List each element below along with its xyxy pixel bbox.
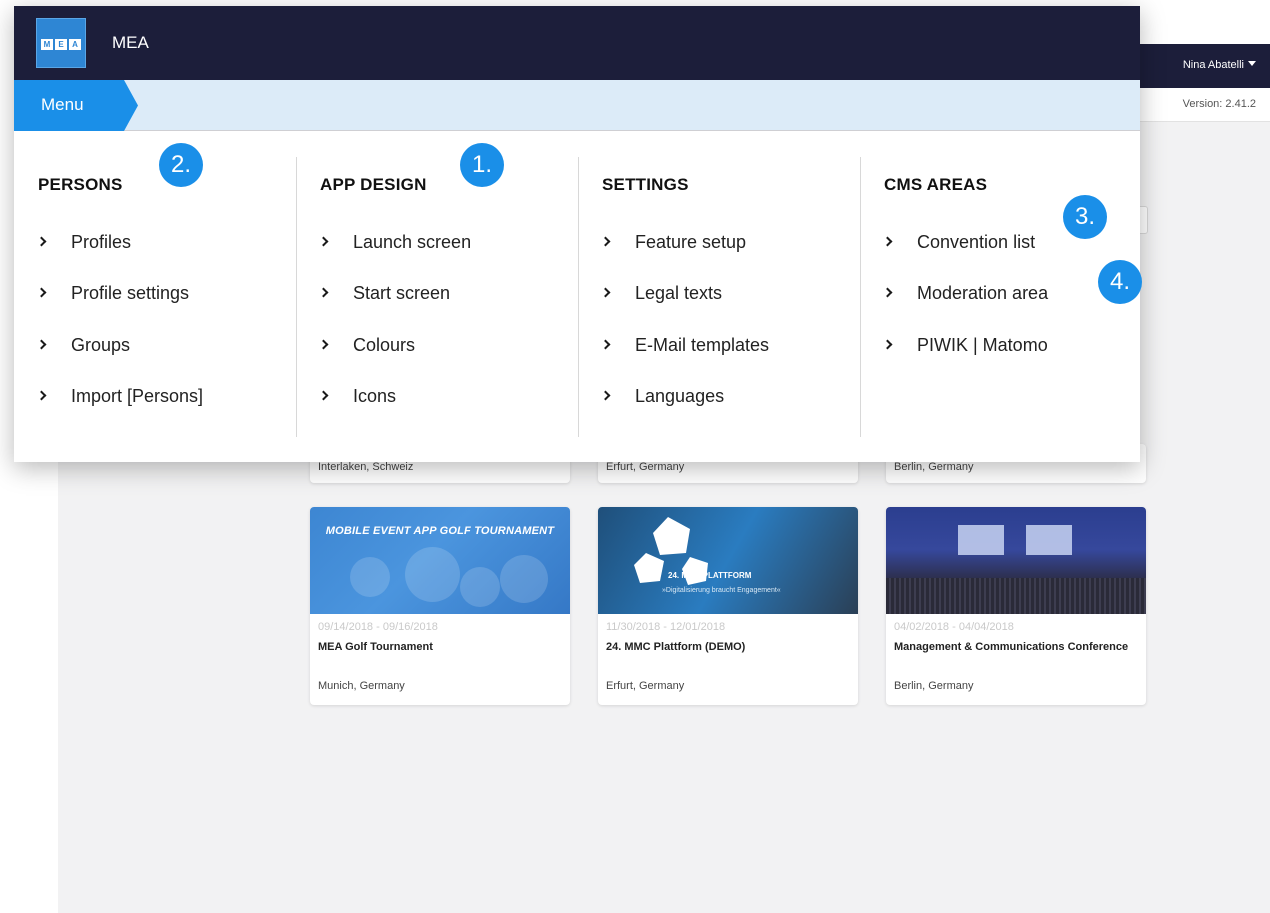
- event-image: MOBILE EVENT APP GOLF TOURNAMENT: [310, 507, 570, 614]
- menu-item-start-screen[interactable]: Start screen: [318, 283, 450, 307]
- menu-item-legal-texts[interactable]: Legal texts: [600, 283, 722, 307]
- column-title: APP DESIGN: [320, 175, 427, 194]
- event-image: [886, 507, 1146, 614]
- menu-bar: Menu: [14, 80, 1140, 131]
- chevron-right-icon: [600, 390, 611, 401]
- annotation-badge-1: 1.: [460, 143, 504, 187]
- menu-item-moderation-area[interactable]: Moderation area: [882, 283, 1048, 307]
- menu-item-profiles[interactable]: Profiles: [36, 232, 131, 256]
- chevron-right-icon: [882, 339, 893, 350]
- menu-column-persons: PERSONS Profiles Profile settings Groups…: [14, 131, 296, 462]
- menu-item-profile-settings[interactable]: Profile settings: [36, 283, 189, 307]
- card-title: Management & Communications Conference: [894, 641, 1129, 653]
- user-menu[interactable]: Nina Abatelli: [1183, 59, 1256, 71]
- pentagon-logo-icon: [634, 517, 708, 585]
- version-label: Version: 2.41.2: [1182, 98, 1256, 110]
- menu-item-piwik-matomo[interactable]: PIWIK | Matomo: [882, 335, 1048, 359]
- card-location: Interlaken, Schweiz: [318, 461, 414, 473]
- menu-item-convention-list[interactable]: Convention list: [882, 232, 1035, 256]
- event-card[interactable]: 04/02/2018 - 04/04/2018 Management & Com…: [886, 507, 1146, 705]
- annotation-badge-3: 3.: [1063, 195, 1107, 239]
- menu-item-groups[interactable]: Groups: [36, 335, 130, 359]
- menu-item-email-templates[interactable]: E-Mail templates: [600, 335, 769, 359]
- card-location: Erfurt, Germany: [606, 461, 685, 473]
- card-dates: 09/14/2018 - 09/16/2018: [318, 621, 438, 633]
- annotation-badge-4: 4.: [1098, 260, 1142, 304]
- app-name: MEA: [112, 33, 149, 52]
- chevron-right-icon: [318, 339, 329, 350]
- annotation-badge-2: 2.: [159, 143, 203, 187]
- menu-column-settings: SETTINGS Feature setup Legal texts E-Mai…: [578, 131, 860, 462]
- caret-down-icon: [1248, 61, 1256, 66]
- app-header: M E A MEA: [14, 6, 1140, 80]
- event-banner-subtext: »Digitalisierung braucht Engagement«: [662, 587, 781, 594]
- card-location: Berlin, Germany: [894, 461, 974, 473]
- menu-item-import-persons[interactable]: Import [Persons]: [36, 386, 203, 410]
- column-title: CMS AREAS: [884, 175, 988, 194]
- chevron-right-icon: [318, 236, 329, 247]
- card-location: Munich, Germany: [318, 680, 405, 692]
- chevron-right-icon: [882, 287, 893, 298]
- column-title: PERSONS: [38, 175, 123, 194]
- chevron-right-icon: [318, 390, 329, 401]
- card-location: Berlin, Germany: [894, 680, 974, 692]
- card-title: MEA Golf Tournament: [318, 641, 433, 653]
- chevron-right-icon: [36, 339, 47, 350]
- chevron-right-icon: [600, 287, 611, 298]
- column-title: SETTINGS: [602, 175, 689, 194]
- menu-column-cms-areas: CMS AREAS Convention list Moderation are…: [860, 131, 1142, 462]
- menu-tab[interactable]: Menu: [14, 80, 138, 131]
- menu-item-icons[interactable]: Icons: [318, 386, 396, 410]
- card-dates: 11/30/2018 - 12/01/2018: [606, 621, 726, 633]
- event-banner-text: 24. MMC PLATTFORM: [668, 571, 752, 580]
- menu-item-feature-setup[interactable]: Feature setup: [600, 232, 746, 256]
- chevron-right-icon: [600, 236, 611, 247]
- menu-item-launch-screen[interactable]: Launch screen: [318, 232, 471, 256]
- chevron-right-icon: [882, 236, 893, 247]
- event-card[interactable]: 24. MMC PLATTFORM »Digitalisierung brauc…: [598, 507, 858, 705]
- chevron-right-icon: [36, 390, 47, 401]
- card-dates: 04/02/2018 - 04/04/2018: [894, 621, 1014, 633]
- card-location: Erfurt, Germany: [606, 680, 685, 692]
- menu-tab-label: Menu: [41, 95, 84, 114]
- event-image: 24. MMC PLATTFORM »Digitalisierung brauc…: [598, 507, 858, 614]
- chevron-right-icon: [600, 339, 611, 350]
- menu-item-colours[interactable]: Colours: [318, 335, 415, 359]
- event-card[interactable]: MOBILE EVENT APP GOLF TOURNAMENT 09/14/2…: [310, 507, 570, 705]
- chevron-right-icon: [318, 287, 329, 298]
- mea-logo[interactable]: M E A: [36, 18, 86, 68]
- user-name: Nina Abatelli: [1182, 59, 1244, 71]
- chevron-right-icon: [36, 236, 47, 247]
- menu-column-app-design: APP DESIGN Launch screen Start screen Co…: [296, 131, 578, 462]
- main-menu-overlay: M E A MEA Menu PERSONS Profiles Profile …: [14, 6, 1140, 462]
- event-banner-text: MOBILE EVENT APP GOLF TOURNAMENT: [325, 525, 555, 537]
- chevron-right-icon: [36, 287, 47, 298]
- card-title: 24. MMC Plattform (DEMO): [606, 641, 746, 653]
- menu-item-languages[interactable]: Languages: [600, 386, 724, 410]
